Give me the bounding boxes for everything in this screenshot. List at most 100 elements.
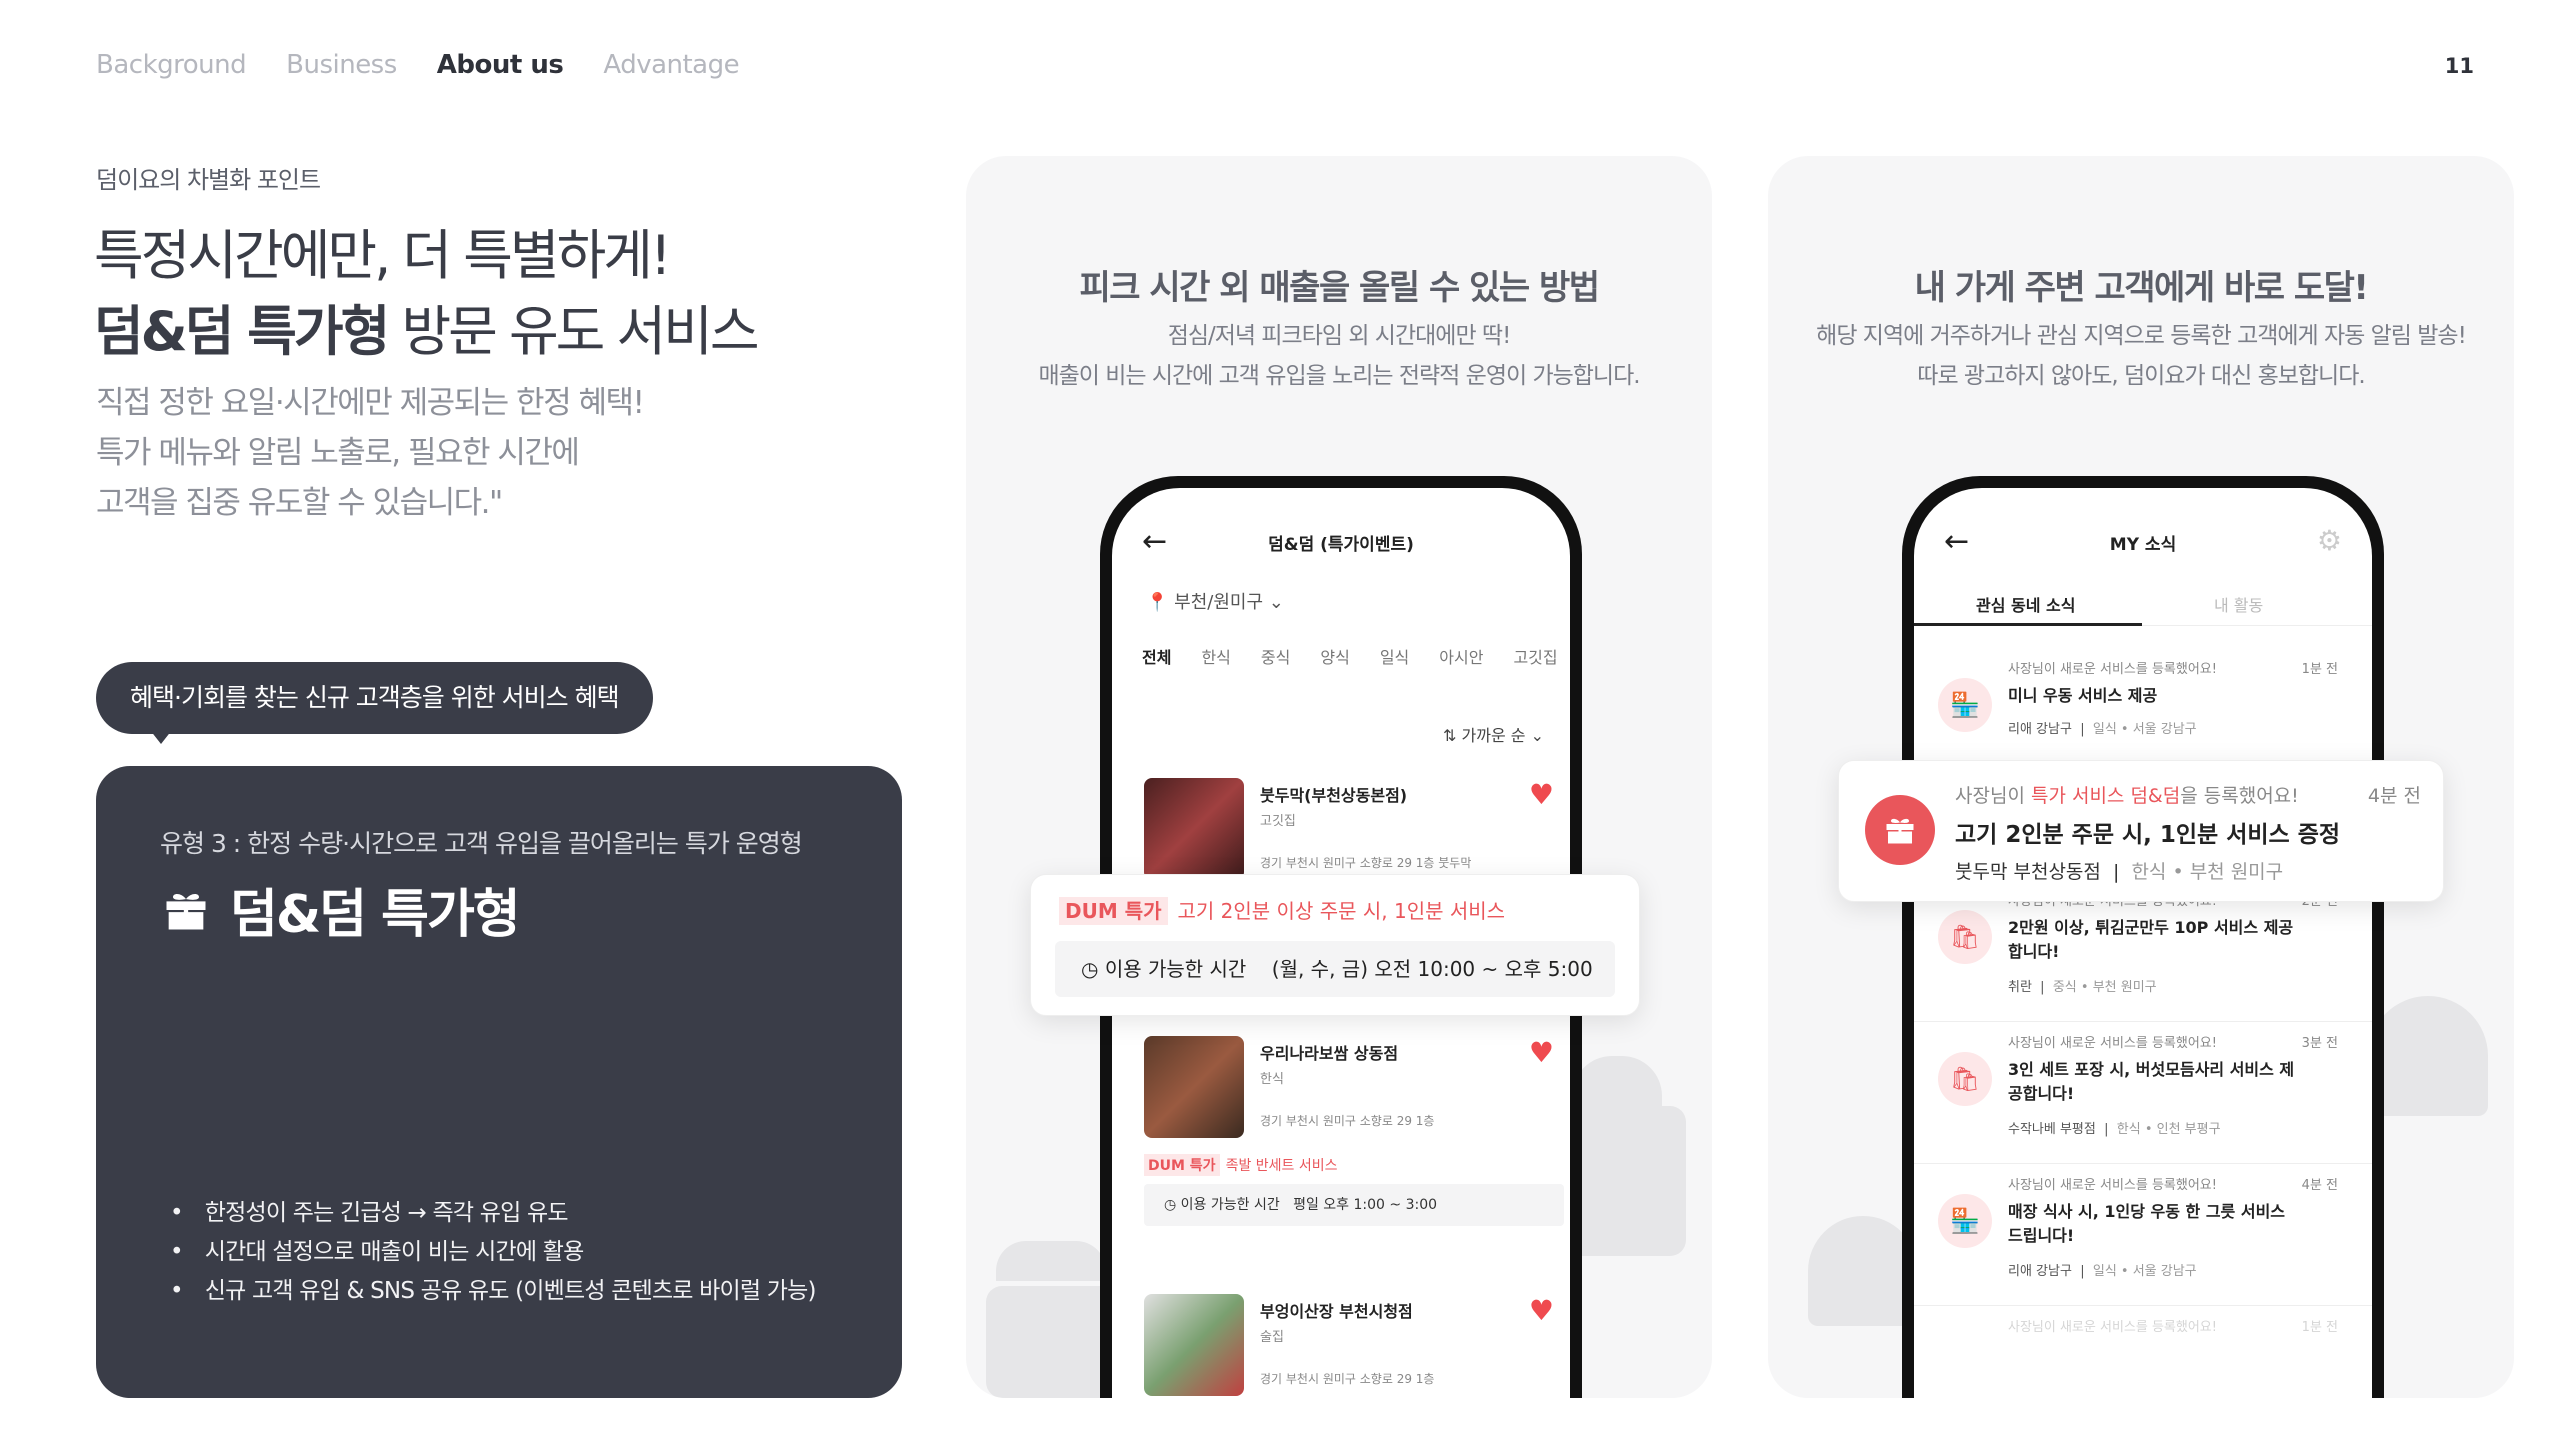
panel-desc: 점심/저녁 피크타임 외 시간대에만 딱! 매출이 비는 시간에 고객 유입을 … (966, 316, 1712, 396)
notification-category: 중식 • 부천 원미구 (2052, 980, 2157, 995)
heart-icon[interactable]: ♥ (1529, 1036, 1554, 1069)
shop-thumbnail (1144, 1294, 1244, 1396)
notification-label: 사장님이 새로운 서비스를 등록했어요! (2008, 1036, 2217, 1051)
notification-time: 3분 전 (2301, 1036, 2338, 1051)
shop-card[interactable]: 붓두막(부천상동본점) 고깃집 경기 부천시 원미구 소향로 29 1층 붓두막… (1144, 778, 1564, 888)
shop-category: 한식 (1260, 1072, 1284, 1087)
store-icon: 🏪 (1938, 678, 1992, 732)
pin-icon: 📍 (1146, 592, 1169, 613)
highlight-prefix: 사장님이 (1955, 785, 2031, 807)
store-icon: 🏪 (1938, 1194, 1992, 1248)
time-label: 이용 가능한 시간 (1104, 957, 1247, 981)
heart-icon[interactable]: ♥ (1529, 1294, 1554, 1327)
highlight-suffix: 을 등록했어요! (2180, 785, 2299, 807)
deal-offer: DUM 특가 족발 반세트 서비스 (1144, 1154, 1338, 1176)
highlight-title: 고기 2인분 주문 시, 1인분 서비스 증정 (1955, 822, 2341, 848)
notification-time: 4분 전 (2301, 1178, 2338, 1193)
category-tabs: 전체 한식 중식 양식 일식 아시안 고깃집 (1142, 644, 1558, 668)
nav-business[interactable]: Business (286, 50, 397, 80)
highlight-time: 4분 전 (2367, 785, 2421, 807)
shop-card[interactable]: 우리나라보쌈 상동점 한식 경기 부천시 원미구 소향로 29 1층 ♥ (1144, 1036, 1564, 1146)
highlight-service: 특가 서비스 덤&덤 (2030, 785, 2181, 807)
panel-title: 피크 시간 외 매출을 올릴 수 있는 방법 (1079, 268, 1600, 308)
shop-category: 술집 (1260, 1330, 1284, 1345)
deal-offer-text: 고기 2인분 이상 주문 시, 1인분 서비스 (1177, 899, 1506, 923)
panel-local-reach: 내 가게 주변 고객에게 바로 도달! 해당 지역에 거주하거나 관심 지역으로… (1768, 156, 2514, 1398)
time-value: (월, 수, 금) 오전 10:00 ~ 오후 5:00 (1271, 957, 1593, 981)
panel-desc-line: 점심/저녁 피크타임 외 시간대에만 딱! (1167, 323, 1512, 349)
gift-icon (166, 893, 206, 929)
notification-item[interactable]: 사장님이 새로운 서비스를 등록했어요! 1분 전 (1914, 1306, 2372, 1398)
notification-meta: 수작나베 부평점 | 한식 • 인천 부평구 (2008, 1122, 2221, 1137)
highlight-notification[interactable]: 사장님이 특가 서비스 덤&덤을 등록했어요! 4분 전 고기 2인분 주문 시… (1838, 760, 2444, 902)
nav-about-us[interactable]: About us (437, 50, 564, 80)
notification-label: 사장님이 새로운 서비스를 등록했어요! (2008, 1320, 2217, 1335)
tab-meat[interactable]: 고깃집 (1513, 644, 1557, 668)
screen-title: 덤&덤 (특가이벤트) (1268, 535, 1414, 555)
notification-title: 2만원 이상, 튀김군만두 10P 서비스 제공합니다! (2008, 918, 2294, 961)
notification-title: 미니 우동 서비스 제공 (2008, 686, 2158, 705)
shop-name: 붓두막(부천상동본점) (1260, 786, 1408, 805)
location-selector[interactable]: 📍 부천/원미구 ⌄ (1146, 588, 1284, 614)
headline-line1: 특정시간에만, 더 특별하게! (94, 224, 672, 287)
notification-shop: 취란 (2008, 980, 2032, 995)
notification-meta: 리애 강남구 | 일식 • 서울 강남구 (2008, 722, 2197, 737)
tab-japanese[interactable]: 일식 (1380, 644, 1409, 668)
sort-icon: ⇅ (1443, 726, 1457, 745)
tab-western[interactable]: 양식 (1320, 644, 1349, 668)
headline-line2: 덤&덤 특가형 방문 유도 서비스 (94, 294, 760, 370)
notification-title: 3인 세트 포장 시, 버섯모듬사리 서비스 제공합니다! (2008, 1060, 2295, 1103)
tab-korean[interactable]: 한식 (1201, 644, 1230, 668)
service-title: 덤&덤 특가형 (160, 872, 521, 947)
service-card: 유형 3 : 한정 수량·시간으로 고객 유입을 끌어올리는 특가 운영형 덤&… (96, 766, 902, 1398)
tab-my-activity[interactable]: 내 활동 (2214, 592, 2263, 616)
bag-icon: 🛍 (1938, 1052, 1992, 1106)
benefit-pill: 혜택·기회를 찾는 신규 고객층을 위한 서비스 혜택 (96, 662, 653, 734)
tab-chinese[interactable]: 중식 (1261, 644, 1290, 668)
tab-all[interactable]: 전체 (1142, 644, 1171, 668)
shop-name: 우리나라보쌈 상동점 (1260, 1044, 1399, 1063)
deal-offer-text: 족발 반세트 서비스 (1225, 1158, 1338, 1174)
phone-screen: ← MY 소식 ⚙ 관심 동네 소식 내 활동 🏪 사장님이 새로운 서비스를 … (1914, 488, 2372, 1398)
deal-badge: DUM 특가 (1059, 897, 1168, 925)
notification-meta: 리애 강남구 | 일식 • 서울 강남구 (2008, 1264, 2197, 1279)
notification-item[interactable]: 🛍 사장님이 새로운 서비스를 등록했어요! 3분 전 3인 세트 포장 시, … (1914, 1022, 2372, 1164)
shop-address: 경기 부천시 원미구 소향로 29 1층 붓두막 (1260, 856, 1472, 870)
notification-shop: 리애 강남구 (2008, 722, 2072, 737)
news-tabs: 관심 동네 소식 내 활동 (1914, 580, 2372, 626)
time-label: 이용 가능한 시간 (1180, 1197, 1280, 1213)
shop-name: 부엉이산장 부천시청점 (1260, 1302, 1413, 1321)
sort-label: 가까운 순 (1461, 726, 1526, 745)
tab-asian[interactable]: 아시안 (1439, 644, 1483, 668)
gift-decoration (996, 1241, 1106, 1281)
page-title: 특정시간에만, 더 특별하게! 덤&덤 특가형 방문 유도 서비스 (94, 218, 760, 370)
panel-desc-line: 매출이 비는 시간에 고객 유입을 노리는 전략적 운영이 가능합니다. (1038, 363, 1640, 389)
bag-icon: 🛍 (1938, 910, 1992, 964)
nav-advantage[interactable]: Advantage (603, 50, 739, 80)
tab-local-news[interactable]: 관심 동네 소식 (1976, 592, 2075, 616)
nav-background[interactable]: Background (96, 50, 247, 80)
top-nav: Background Business About us Advantage (96, 50, 740, 80)
notification-item[interactable]: 🏪 사장님이 새로운 서비스를 등록했어요! 4분 전 매장 식사 시, 1인당… (1914, 1164, 2372, 1306)
bell-decoration (2368, 996, 2488, 1116)
panel-peak-time: 피크 시간 외 매출을 올릴 수 있는 방법 점심/저녁 피크타임 외 시간대에… (966, 156, 1712, 1398)
panel-desc-line: 해당 지역에 거주하거나 관심 지역으로 등록한 고객에게 자동 알림 발송! (1816, 323, 2467, 349)
notification-title: 매장 식사 시, 1인당 우동 한 그릇 서비스 드립니다! (2008, 1202, 2286, 1245)
panel-desc: 해당 지역에 거주하거나 관심 지역으로 등록한 고객에게 자동 알림 발송! … (1768, 316, 2514, 396)
shop-thumbnail (1144, 778, 1244, 880)
gear-icon[interactable]: ⚙ (2317, 524, 2342, 557)
deal-popup-offer: DUM 특가 고기 2인분 이상 주문 시, 1인분 서비스 (1059, 895, 1506, 925)
benefit-item: 시간대 설정으로 매출이 비는 시간에 활용 (176, 1233, 816, 1272)
sub-copy: 직접 정한 요일·시간에만 제공되는 한정 혜택! 특가 메뉴와 알림 노출로,… (96, 378, 645, 528)
highlight-category: 한식 • 부천 원미구 (2131, 861, 2284, 883)
sort-dropdown[interactable]: ⇅ 가까운 순 ⌄ (1443, 722, 1544, 746)
notification-label: 사장님이 새로운 서비스를 등록했어요! (2008, 1178, 2217, 1193)
notification-time: 1분 전 (2301, 1320, 2338, 1335)
sub-line-1: 직접 정한 요일·시간에만 제공되는 한정 혜택! (96, 385, 645, 421)
chevron-down-icon: ⌄ (1530, 726, 1544, 745)
page-number: 11 (2444, 54, 2474, 78)
heart-icon[interactable]: ♥ (1529, 778, 1554, 811)
deal-popup-card: DUM 특가 고기 2인분 이상 주문 시, 1인분 서비스 ◷ 이용 가능한 시… (1030, 874, 1640, 1016)
shop-card[interactable]: 부엉이산장 부천시청점 술집 경기 부천시 원미구 소향로 29 1층 ♥ (1144, 1294, 1564, 1398)
panel-title: 내 가게 주변 고객에게 바로 도달! (1914, 268, 2369, 308)
